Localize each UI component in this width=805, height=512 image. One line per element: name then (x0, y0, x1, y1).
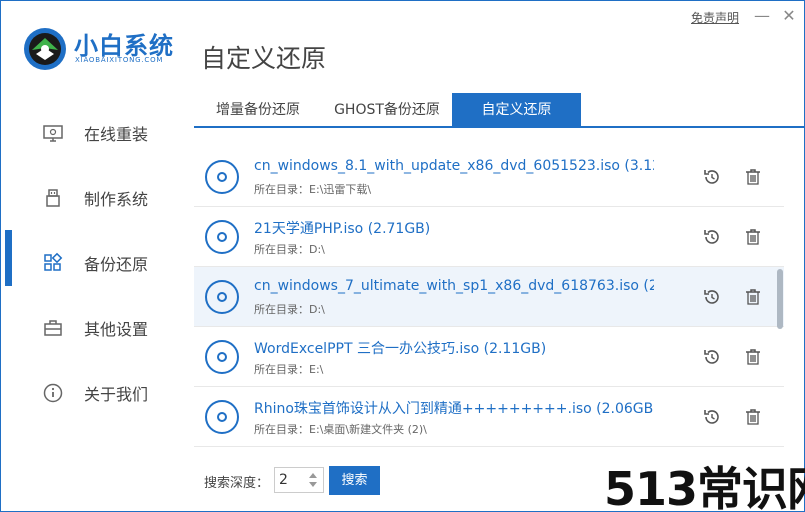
file-name: cn_windows_7_ultimate_with_sp1_x86_dvd_6… (254, 278, 654, 294)
sidebar-item-label: 在线重装 (84, 124, 149, 144)
logo-icon (24, 28, 66, 70)
sidebar-item-label: 制作系统 (84, 189, 149, 209)
list-item[interactable]: Rhino珠宝首饰设计从入门到精通+++++++++.iso (2.06GB) … (194, 387, 784, 447)
sidebar-item-label: 其他设置 (84, 319, 149, 339)
app-logo: 小白系统 XIAOBAIXITONG.COM (22, 22, 192, 72)
chevron-up-icon[interactable] (309, 473, 317, 478)
list-item[interactable]: WordExcelPPT 三合一办公技巧.iso (2.11GB) 所在目录：E… (194, 327, 784, 387)
file-directory: 所在目录：E:\桌面\新建文件夹 (2)\ (254, 423, 427, 436)
trash-icon[interactable] (743, 347, 763, 367)
disc-icon (205, 340, 239, 374)
list-item[interactable]: cn_windows_8.1_with_update_x86_dvd_60515… (194, 147, 784, 207)
disc-icon (205, 160, 239, 194)
sidebar-item-make-system[interactable]: 制作系统 (2, 165, 192, 230)
file-name: 21天学通PHP.iso (2.71GB) (254, 221, 431, 237)
depth-stepper[interactable] (304, 468, 322, 492)
file-directory: 所在目录：E:\ (254, 363, 324, 376)
search-button[interactable]: 搜索 (329, 466, 380, 495)
file-list: cn_windows_8.1_with_update_x86_dvd_60515… (194, 129, 785, 447)
app-subtitle: XIAOBAIXITONG.COM (75, 56, 164, 64)
disc-icon (205, 280, 239, 314)
close-button[interactable]: ✕ (780, 7, 798, 25)
disc-icon (205, 220, 239, 254)
search-depth-label: 搜索深度： (204, 476, 270, 491)
file-directory: 所在目录：D:\ (254, 303, 325, 316)
file-name: Rhino珠宝首饰设计从入门到精通+++++++++.iso (2.06GB) (254, 401, 654, 417)
restore-icon[interactable] (702, 167, 722, 187)
sidebar-item-about-us[interactable]: 关于我们 (2, 360, 192, 425)
minimize-button[interactable]: — (753, 7, 771, 25)
file-name: WordExcelPPT 三合一办公技巧.iso (2.11GB) (254, 341, 547, 357)
sidebar: 小白系统 XIAOBAIXITONG.COM 在线重装 制作系统 备份还原 其他… (2, 2, 192, 511)
list-item[interactable]: 21天学通PHP.iso (2.71GB) 所在目录：D:\ (194, 207, 784, 267)
page-title: 自定义还原 (201, 44, 327, 73)
file-directory: 所在目录：E:\迅雷下载\ (254, 183, 372, 196)
grid-icon (44, 252, 63, 271)
file-name: cn_windows_8.1_with_update_x86_dvd_60515… (254, 158, 654, 174)
tab-ghost-backup[interactable]: GHOST备份还原 (322, 93, 452, 128)
file-directory: 所在目录：D:\ (254, 243, 325, 256)
trash-icon[interactable] (743, 407, 763, 427)
briefcase-icon (44, 319, 62, 336)
list-item[interactable]: cn_windows_7_ultimate_with_sp1_x86_dvd_6… (194, 267, 784, 327)
disc-icon (205, 400, 239, 434)
sidebar-item-label: 关于我们 (84, 384, 149, 404)
list-scrollbar[interactable] (777, 269, 783, 329)
trash-icon[interactable] (743, 227, 763, 247)
sidebar-item-other-settings[interactable]: 其他设置 (2, 295, 192, 360)
sidebar-nav: 在线重装 制作系统 备份还原 其他设置 关于我们 (2, 100, 192, 425)
disclaimer-link[interactable]: 免责声明 (691, 9, 739, 26)
trash-icon[interactable] (743, 167, 763, 187)
tab-bar: 增量备份还原 GHOST备份还原 自定义还原 (194, 93, 805, 128)
sidebar-item-backup-restore[interactable]: 备份还原 (2, 230, 192, 295)
restore-icon[interactable] (702, 347, 722, 367)
app-window: 小白系统 XIAOBAIXITONG.COM 在线重装 制作系统 备份还原 其他… (0, 0, 805, 512)
info-icon (43, 383, 63, 402)
monitor-icon (43, 124, 63, 142)
tab-custom-restore[interactable]: 自定义还原 (452, 93, 581, 128)
chevron-down-icon[interactable] (309, 482, 317, 487)
restore-icon[interactable] (702, 287, 722, 307)
sidebar-item-label: 备份还原 (84, 254, 149, 274)
restore-icon[interactable] (702, 227, 722, 247)
tab-incremental-backup[interactable]: 增量备份还原 (194, 93, 322, 128)
watermark: 513常识网 (604, 462, 805, 512)
sidebar-item-online-reinstall[interactable]: 在线重装 (2, 100, 192, 165)
trash-icon[interactable] (743, 287, 763, 307)
usb-icon (46, 188, 60, 207)
restore-icon[interactable] (702, 407, 722, 427)
